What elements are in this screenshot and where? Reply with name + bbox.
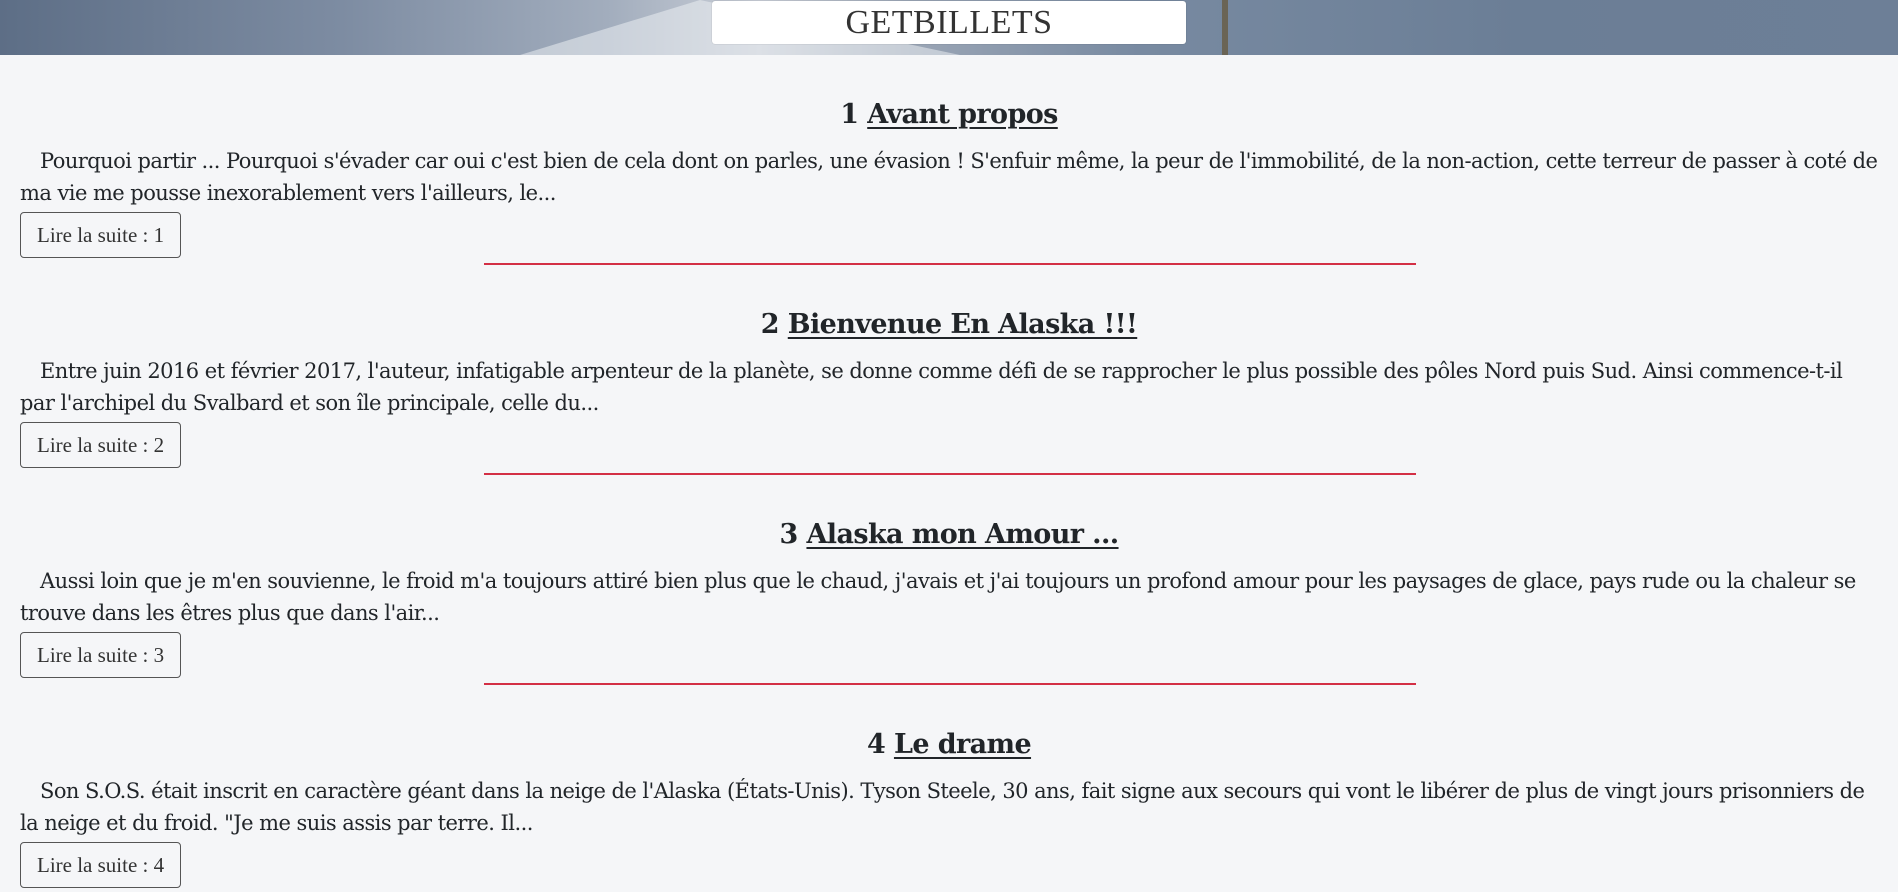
article-title-link[interactable]: Le drame (894, 729, 1032, 760)
article-item: 3 Alaska mon Amour ... Aussi loin que je… (0, 515, 1898, 685)
site-title[interactable]: GETBILLETS (712, 1, 1186, 44)
read-more-button[interactable]: Lire la suite : 2 (20, 422, 182, 468)
article-number: 2 (760, 309, 780, 340)
read-more-button[interactable]: Lire la suite : 1 (20, 212, 182, 258)
article-heading: 1 Avant propos (0, 95, 1898, 135)
article-title-link[interactable]: Alaska mon Amour ... (806, 519, 1119, 550)
article-title-link[interactable]: Avant propos (867, 99, 1058, 130)
article-excerpt: Entre juin 2016 et février 2017, l'auteu… (20, 359, 1843, 415)
article-divider (484, 473, 1416, 475)
article-title-link[interactable]: Bienvenue En Alaska !!! (788, 309, 1138, 340)
article-item: 4 Le drame Son S.O.S. était inscrit en c… (0, 725, 1898, 888)
read-more-button[interactable]: Lire la suite : 4 (20, 842, 182, 888)
article-number: 1 (840, 99, 859, 130)
article-heading: 2 Bienvenue En Alaska !!! (0, 305, 1898, 345)
article-item: 2 Bienvenue En Alaska !!! Entre juin 201… (0, 305, 1898, 475)
article-excerpt: Aussi loin que je m'en souvienne, le fro… (20, 569, 1856, 625)
read-more-button[interactable]: Lire la suite : 3 (20, 632, 182, 678)
article-heading: 4 Le drame (0, 725, 1898, 765)
article-divider (484, 683, 1416, 685)
article-excerpt: Pourquoi partir ... Pourquoi s'évader ca… (20, 149, 1878, 205)
banner-pole (1222, 0, 1228, 55)
article-heading: 3 Alaska mon Amour ... (0, 515, 1898, 555)
article-number: 3 (779, 519, 798, 550)
article-item: 1 Avant propos Pourquoi partir ... Pourq… (0, 95, 1898, 265)
article-divider (484, 263, 1416, 265)
article-excerpt: Son S.O.S. était inscrit en caractère gé… (20, 779, 1865, 835)
article-number: 4 (866, 729, 886, 760)
